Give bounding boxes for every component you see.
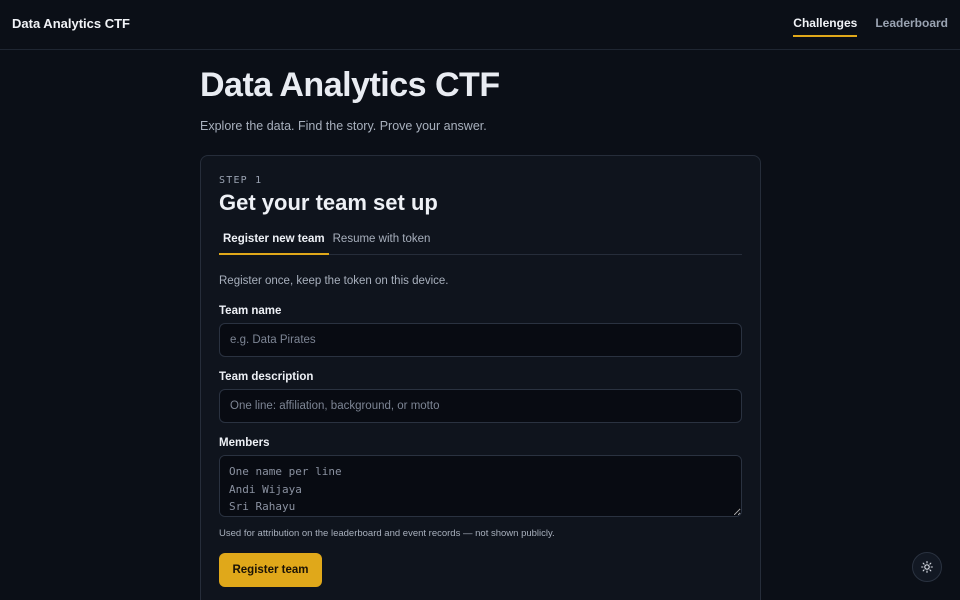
top-bar: Data Analytics CTF Challenges Leaderboar…	[0, 0, 960, 50]
main-nav: Challenges Leaderboard	[793, 16, 948, 37]
step-label: STEP 1	[219, 175, 263, 186]
brand-logo-text[interactable]: Data Analytics CTF	[12, 16, 130, 31]
setup-tabs: Register new team Resume with token	[219, 230, 742, 255]
tab-resume-with-token[interactable]: Resume with token	[329, 230, 435, 255]
team-description-label: Team description	[219, 371, 314, 383]
members-textarea[interactable]	[219, 455, 742, 517]
team-name-label: Team name	[219, 305, 282, 317]
team-setup-card: STEP 1 Get your team set up Register new…	[200, 155, 761, 600]
members-hint: Used for attribution on the leaderboard …	[219, 528, 555, 539]
intro-text: Register once, keep the token on this de…	[219, 275, 449, 287]
card-title: Get your team set up	[219, 190, 438, 215]
team-name-input[interactable]	[219, 323, 742, 357]
team-description-input[interactable]	[219, 389, 742, 423]
theme-toggle-button[interactable]	[912, 552, 942, 582]
sun-icon	[921, 561, 933, 573]
members-label: Members	[219, 437, 270, 449]
tab-register-new-team[interactable]: Register new team	[219, 230, 329, 255]
page-subtitle: Explore the data. Find the story. Prove …	[200, 119, 487, 133]
page-title: Data Analytics CTF	[200, 66, 500, 104]
register-team-button[interactable]: Register team	[219, 553, 322, 587]
nav-challenges[interactable]: Challenges	[793, 16, 858, 37]
nav-leaderboard[interactable]: Leaderboard	[875, 16, 948, 37]
